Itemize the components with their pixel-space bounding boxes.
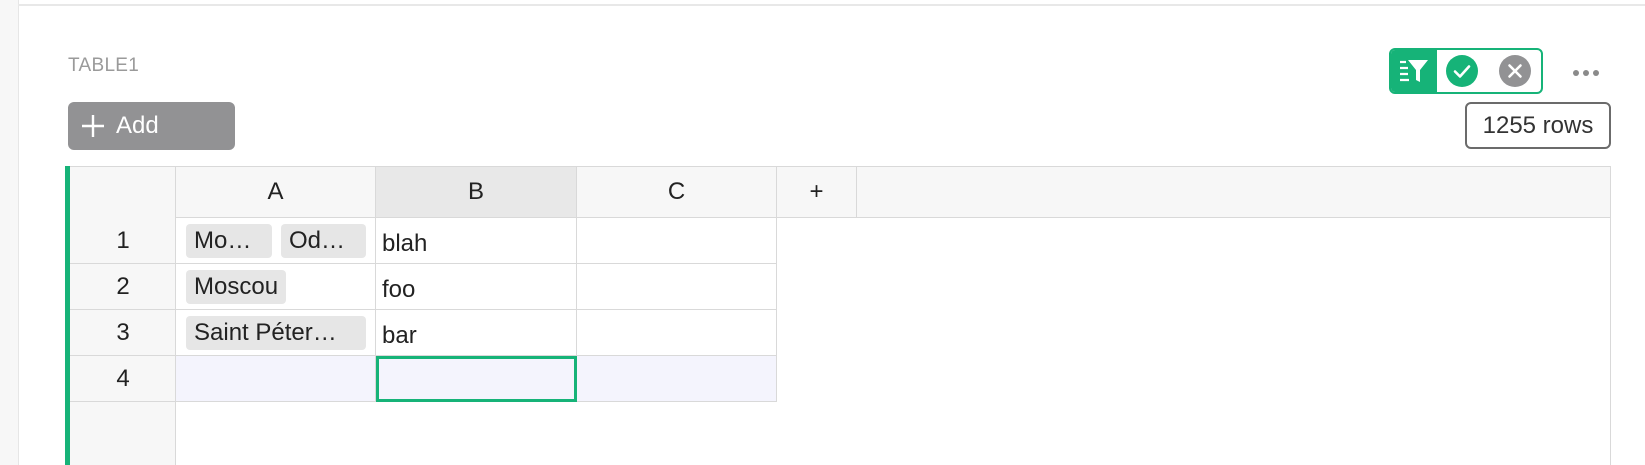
filter-bar <box>1389 48 1543 94</box>
save-filter-button[interactable] <box>1446 55 1478 87</box>
top-divider <box>18 4 1645 6</box>
row-count-badge: 1255 rows <box>1465 102 1611 149</box>
column-header-b[interactable]: B <box>376 167 577 217</box>
table-cell-c[interactable] <box>577 218 777 264</box>
close-icon <box>1508 64 1522 78</box>
cell-text: bar <box>382 322 417 349</box>
add-row-cell-c[interactable] <box>577 356 777 402</box>
ellipsis-icon[interactable] <box>1571 63 1601 83</box>
checkmark-icon <box>1453 65 1471 78</box>
table-cell-c[interactable] <box>577 264 777 310</box>
column-header-c[interactable]: C <box>577 167 777 217</box>
row-number[interactable]: 2 <box>70 264 176 310</box>
row-number[interactable]: 3 <box>70 310 176 356</box>
table-cell-c[interactable] <box>577 310 777 356</box>
cell-text: foo <box>382 276 416 303</box>
add-row-cell-a[interactable] <box>176 356 376 402</box>
left-gutter <box>0 0 19 465</box>
table-cell-a[interactable]: Saint Péter… <box>176 310 376 356</box>
reference-chip: Mo… <box>186 224 272 258</box>
data-grid: A B C + 1 2 3 4 Mo… Od… blah Moscou foo <box>65 166 1611 465</box>
add-row-number[interactable]: 4 <box>70 356 176 402</box>
reference-chip: Saint Péter… <box>186 316 366 350</box>
table-cell-a[interactable]: Mo… Od… <box>176 218 376 264</box>
selected-cell-cursor[interactable] <box>376 356 577 402</box>
table-section-title: TABLE1 <box>68 55 140 76</box>
filter-toggle-button[interactable] <box>1391 50 1437 92</box>
table-cell-a[interactable]: Moscou <box>176 264 376 310</box>
add-column-button[interactable]: + <box>777 167 857 217</box>
column-header-a[interactable]: A <box>176 167 376 217</box>
add-filter-label: Add <box>116 112 159 139</box>
table-cell-b[interactable]: foo <box>376 264 577 310</box>
row-number[interactable]: 1 <box>70 218 176 264</box>
page: TABLE1 Add 1255 rows A B C + 1 2 3 4 Mo…… <box>0 0 1645 465</box>
grid-body: A B C + 1 2 3 4 Mo… Od… blah Moscou foo <box>70 166 1611 465</box>
filter-lines-icon <box>1400 60 1428 82</box>
revert-filter-button[interactable] <box>1499 55 1531 87</box>
reference-chip: Od… <box>281 224 366 258</box>
table-cell-b[interactable]: blah <box>376 218 577 264</box>
cell-text: blah <box>382 230 428 257</box>
plus-icon <box>82 115 104 137</box>
reference-chip: Moscou <box>186 270 287 304</box>
add-filter-button[interactable]: Add <box>68 102 235 150</box>
table-cell-b[interactable]: bar <box>376 310 577 356</box>
